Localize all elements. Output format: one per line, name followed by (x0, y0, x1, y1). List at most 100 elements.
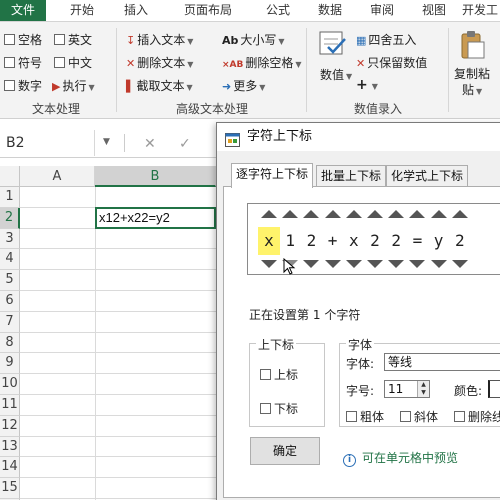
numeric-button[interactable]: 数值 ▼ (320, 66, 352, 83)
ok-button[interactable]: 确定 (250, 437, 320, 465)
font-name-input[interactable]: 等线 (384, 353, 500, 371)
checkbox-space[interactable]: 空格 (4, 31, 42, 48)
row-header[interactable]: 9 (0, 353, 20, 375)
tab-file[interactable]: 文件 (0, 0, 46, 21)
superscript-toggle-icon[interactable] (451, 210, 468, 218)
tab-batch[interactable]: 批量上下标 (316, 165, 387, 187)
row-header[interactable]: 12 (0, 415, 20, 437)
subscript-toggle-icon[interactable] (367, 260, 383, 268)
checkbox-english[interactable]: 英文 (54, 31, 92, 48)
checkbox-symbol[interactable]: 符号 (4, 54, 42, 71)
character-cell[interactable]: 2 (300, 227, 322, 255)
row-header[interactable]: 14 (0, 457, 20, 479)
row-header[interactable]: 11 (0, 395, 20, 416)
tab-data[interactable]: 数据 (306, 0, 354, 21)
tab-formulas[interactable]: 公式 (254, 0, 302, 21)
tab-chemical[interactable]: 化学式上下标 (386, 165, 469, 187)
subscript-toggle-icon[interactable] (430, 260, 447, 268)
italic-checkbox[interactable]: 斜体 (400, 408, 438, 425)
row-header[interactable]: 10 (0, 374, 20, 395)
row-header[interactable]: 13 (0, 436, 20, 458)
character-cell[interactable]: 2 (449, 227, 471, 255)
row-header[interactable]: 7 (0, 311, 20, 333)
extract-text-button[interactable]: ▌ 截取文本 ▼ (126, 77, 193, 94)
case-icon: Ab (222, 34, 239, 47)
row-header[interactable]: 3 (0, 228, 20, 250)
character-cell[interactable]: y (428, 227, 450, 255)
cell-b2[interactable]: x12+x22=y2 (95, 207, 216, 229)
superscript-label: 上标 (274, 368, 299, 382)
row-header[interactable]: 6 (0, 291, 20, 312)
numeric-label: 数值 (320, 68, 345, 82)
character-cell[interactable]: + (322, 227, 344, 255)
character-cell[interactable]: 1 (279, 227, 301, 255)
plus-button[interactable]: + ▼ (356, 77, 378, 93)
more-button[interactable]: ➜ 更多 ▼ (222, 77, 265, 94)
round-button[interactable]: ▦ 四舍五入 (356, 31, 416, 48)
case-button[interactable]: Ab 大小写 ▼ (222, 31, 285, 48)
confirm-icon[interactable]: ✓ (179, 136, 191, 152)
superscript-toggle-icon[interactable] (261, 210, 277, 218)
tab-home[interactable]: 开始 (58, 0, 106, 21)
subscript-toggle-icon[interactable] (261, 260, 277, 268)
font-size-spinner[interactable]: ▲ ▼ (417, 381, 429, 397)
subscript-toggle-icon[interactable] (409, 260, 426, 268)
checkbox-number[interactable]: 数字 (4, 77, 42, 94)
character-cell[interactable]: 2 (385, 227, 407, 255)
subscript-toggle-icon[interactable] (303, 260, 320, 268)
subscript-toggle-icon[interactable] (451, 260, 468, 268)
tab-per-character-active[interactable]: 逐字符上下标 (231, 163, 314, 188)
row-header[interactable]: 2 (0, 207, 20, 229)
color-picker[interactable] (488, 380, 500, 398)
bold-checkbox[interactable]: 粗体 (346, 408, 384, 425)
superscript-toggle-icon[interactable] (388, 210, 405, 218)
cancel-icon[interactable]: ✕ (144, 136, 156, 152)
superscript-toggle-icon[interactable] (409, 210, 426, 218)
column-header-a[interactable]: A (20, 166, 95, 187)
superscript-toggle-icon[interactable] (303, 210, 320, 218)
select-all-corner[interactable] (0, 166, 20, 187)
spin-up-icon[interactable]: ▲ (421, 381, 426, 388)
subscript-toggle-icon[interactable] (345, 260, 362, 268)
superscript-toggle-icon[interactable] (345, 210, 362, 218)
checkbox-chinese[interactable]: 中文 (54, 54, 92, 71)
row-header[interactable]: 4 (0, 249, 20, 271)
tab-page-layout[interactable]: 页面布局 (166, 0, 250, 21)
tab-view[interactable]: 视图 (410, 0, 458, 21)
row-header[interactable]: 1 (0, 187, 20, 208)
superscript-toggle-icon[interactable] (282, 210, 299, 218)
keep-values-button[interactable]: ✕ 只保留数值 (356, 54, 427, 71)
dropdown-arrow-icon: ▼ (88, 83, 95, 92)
superscript-toggle-icon[interactable] (324, 210, 341, 218)
column-header-b[interactable]: B (95, 166, 216, 187)
clipboard-icon (458, 30, 486, 63)
tab-insert[interactable]: 插入 (112, 0, 160, 21)
subscript-checkbox[interactable]: 下标 (260, 400, 298, 417)
insert-text-button[interactable]: ↧ 插入文本 ▼ (126, 31, 193, 48)
row-header[interactable]: 8 (0, 332, 20, 354)
name-box[interactable]: B2 (0, 130, 95, 156)
delete-space-button[interactable]: ×AB 删除空格 ▼ (222, 54, 302, 71)
numeric-icon (318, 30, 350, 60)
row-header[interactable]: 5 (0, 270, 20, 291)
plus-icon: + (356, 77, 368, 93)
tab-developer[interactable]: 开发工 (460, 0, 500, 21)
tab-review[interactable]: 审阅 (358, 0, 406, 21)
character-cell[interactable]: x (258, 227, 280, 255)
spin-down-icon[interactable]: ▼ (421, 389, 426, 396)
character-cell[interactable]: x (343, 227, 365, 255)
superscript-checkbox[interactable]: 上标 (260, 366, 298, 383)
character-cell[interactable]: 2 (364, 227, 386, 255)
subscript-toggle-icon[interactable] (388, 260, 405, 268)
copy-paste-button[interactable]: 复制粘贴 ▼ (454, 66, 490, 100)
subscript-toggle-icon[interactable] (324, 260, 341, 268)
superscript-toggle-icon[interactable] (367, 210, 383, 218)
superscript-toggle-icon[interactable] (430, 210, 447, 218)
extract-text-icon: ▌ (126, 80, 135, 93)
name-box-dropdown-icon[interactable]: ▼ (103, 137, 110, 147)
delete-text-button[interactable]: ✕ 删除文本 ▼ (126, 54, 193, 71)
row-header[interactable]: 15 (0, 478, 20, 499)
character-cell[interactable]: = (406, 227, 428, 255)
execute-button[interactable]: ▶ 执行 ▼ (52, 77, 95, 94)
strikethrough-checkbox[interactable]: 删除线 (454, 408, 500, 425)
